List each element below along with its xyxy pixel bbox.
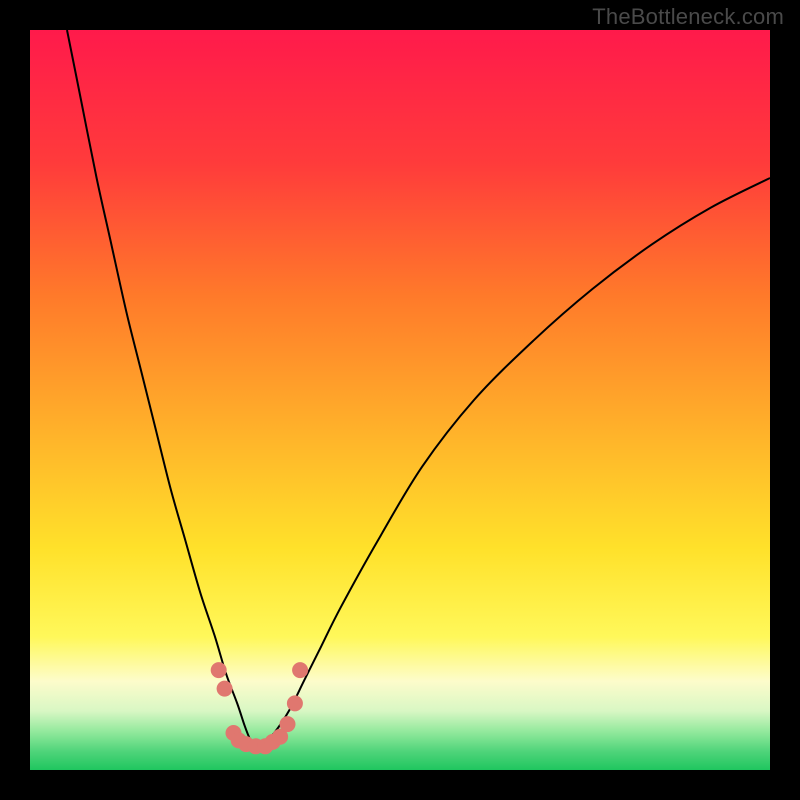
highlight-dots <box>211 662 308 754</box>
highlight-dot <box>287 695 303 711</box>
bottleneck-curve <box>67 30 770 748</box>
highlight-dot <box>211 662 227 678</box>
chart-frame: TheBottleneck.com <box>0 0 800 800</box>
plot-area <box>30 30 770 770</box>
chart-svg <box>30 30 770 770</box>
highlight-dot <box>280 716 296 732</box>
highlight-dot <box>292 662 308 678</box>
highlight-dot <box>217 681 233 697</box>
watermark-text: TheBottleneck.com <box>592 4 784 30</box>
